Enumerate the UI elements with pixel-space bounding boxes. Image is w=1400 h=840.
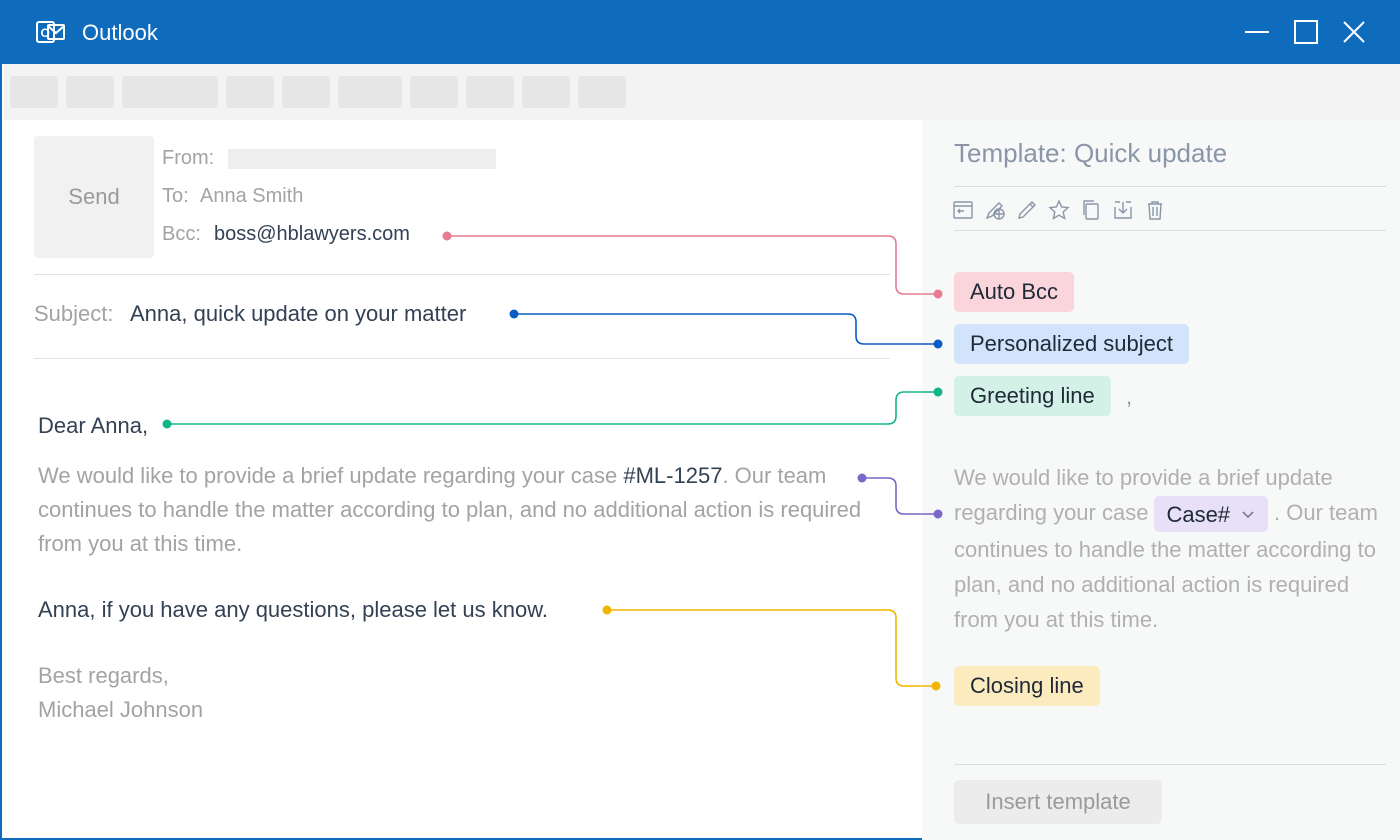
toolbar-button[interactable] (282, 76, 330, 108)
toolbar-button[interactable] (466, 76, 514, 108)
toolbar-button[interactable] (410, 76, 458, 108)
insert-template-button[interactable]: Insert template (954, 780, 1162, 824)
bcc-field[interactable]: boss@hblawyers.com (214, 223, 410, 246)
subject-label: Subject: (34, 301, 114, 326)
maximize-icon[interactable] (1292, 18, 1320, 46)
paragraph-text: We would like to provide a brief update … (38, 463, 624, 488)
from-field[interactable] (228, 149, 496, 169)
app-title: Outlook (82, 20, 158, 45)
header-divider (34, 274, 890, 275)
closing-line-tag[interactable]: Closing line (954, 666, 1100, 706)
star-icon[interactable] (1048, 199, 1070, 221)
connector-dot (602, 605, 612, 615)
connector-dot (162, 419, 172, 429)
panel-divider (954, 186, 1386, 187)
trash-icon[interactable] (1144, 199, 1166, 221)
personalized-subject-tag[interactable]: Personalized subject (954, 324, 1190, 364)
chevron-down-icon (1240, 497, 1256, 532)
case-number-dropdown[interactable]: Case# (1154, 496, 1269, 533)
panel-divider (954, 230, 1386, 231)
greeting-comma: , (1126, 384, 1133, 409)
signature-text: Michael Johnson (38, 697, 204, 722)
bcc-connector (447, 235, 938, 295)
outlook-icon: O (36, 18, 66, 46)
toolbar-button[interactable] (522, 76, 570, 108)
case-number: #ML-1257 (623, 463, 723, 488)
close-icon[interactable] (1340, 18, 1368, 46)
case-dropdown-label: Case# (1166, 501, 1231, 527)
copy-icon[interactable] (1080, 199, 1102, 221)
toolbar-button[interactable] (578, 76, 626, 108)
connector-dot (509, 309, 519, 319)
subject-connector (514, 313, 938, 345)
bcc-label: Bcc: (162, 223, 201, 245)
download-icon[interactable] (1112, 199, 1134, 221)
toolbar-button[interactable] (10, 76, 58, 108)
send-button[interactable]: Send (34, 136, 154, 258)
minimize-icon[interactable] (1243, 18, 1271, 46)
toolbar-button[interactable] (66, 76, 114, 108)
panel-divider (954, 764, 1386, 765)
auto-bcc-tag[interactable]: Auto Bcc (954, 272, 1075, 312)
toolbar-button[interactable] (122, 76, 218, 108)
toolbar-button[interactable] (338, 76, 402, 108)
to-field[interactable]: Anna Smith (200, 185, 303, 208)
body-paragraph[interactable]: We would like to provide a brief update … (38, 459, 868, 561)
outlook-window: O Outlook Send From: To: Anna Smith Bcc:… (0, 0, 1400, 840)
web-edit-icon[interactable] (984, 199, 1006, 221)
subject-divider (34, 358, 890, 359)
ribbon-toolbar (4, 64, 1400, 120)
to-label: To: (162, 185, 189, 207)
insert-icon[interactable] (952, 199, 974, 221)
greeting-text: Dear Anna, (38, 413, 149, 438)
connector-dot (442, 231, 452, 241)
template-title: Template: Quick update (954, 138, 1228, 168)
template-body-text[interactable]: We would like to provide a brief update … (954, 460, 1394, 637)
subject-field[interactable]: Anna, quick update on your matter (130, 301, 466, 327)
closing-text: Anna, if you have any questions, please … (38, 597, 548, 622)
from-label: From: (162, 147, 215, 169)
title-bar: O Outlook (2, 0, 1400, 64)
signoff-text: Best regards, (38, 663, 169, 688)
toolbar-button[interactable] (226, 76, 274, 108)
pencil-icon[interactable] (1016, 199, 1038, 221)
greeting-connector (167, 391, 938, 425)
greeting-line-tag[interactable]: Greeting line (954, 376, 1111, 416)
closing-connector (607, 609, 936, 687)
